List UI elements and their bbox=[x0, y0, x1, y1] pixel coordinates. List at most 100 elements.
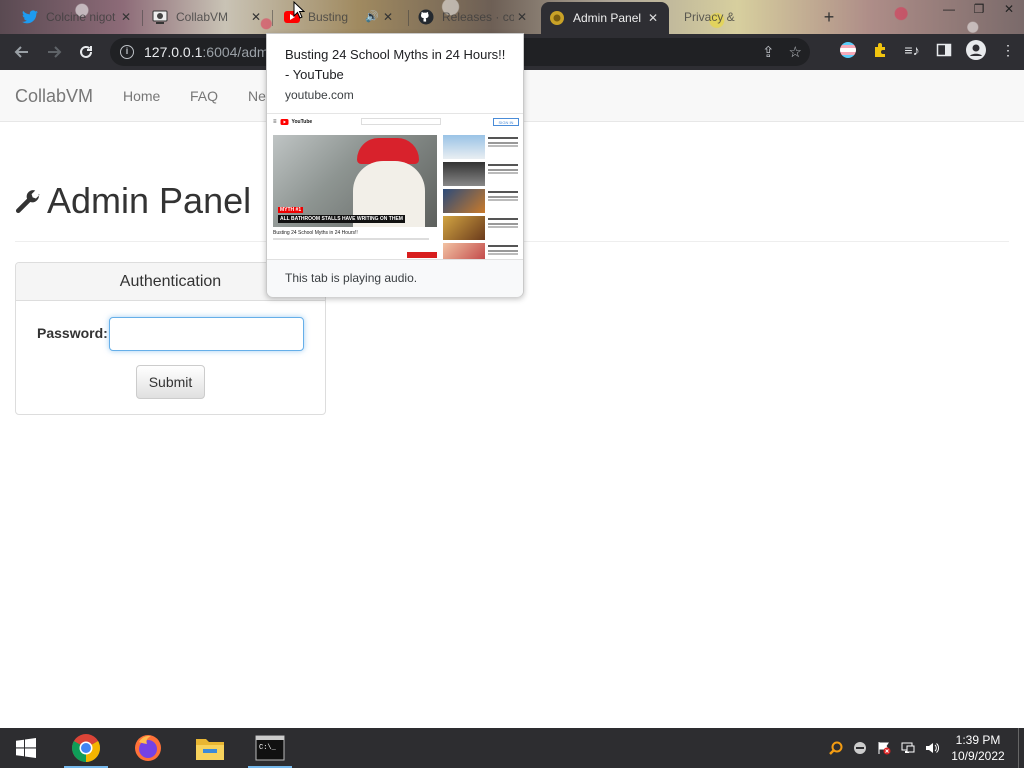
chrome-icon bbox=[72, 734, 100, 762]
tab-close-icon[interactable]: ✕ bbox=[380, 9, 396, 25]
preview-search-box bbox=[361, 118, 441, 125]
share-icon[interactable]: ⇪ bbox=[762, 43, 775, 61]
tab-close-icon[interactable]: ✕ bbox=[118, 9, 134, 25]
preview-sidebar-text-2 bbox=[488, 164, 518, 166]
github-icon bbox=[418, 9, 434, 25]
show-desktop-button[interactable] bbox=[1018, 728, 1024, 768]
site-brand[interactable]: CollabVM bbox=[15, 86, 93, 107]
side-panel-icon[interactable] bbox=[934, 40, 954, 60]
reload-icon bbox=[80, 45, 92, 58]
preview-myth-badge: MYTH #1 bbox=[278, 207, 304, 213]
windows-taskbar: C:\_ 1:39 PM 10/9/2022 bbox=[0, 728, 1024, 768]
tab-github[interactable]: Releases · co ✕ bbox=[410, 4, 538, 30]
profile-avatar-icon[interactable] bbox=[966, 40, 986, 60]
do-not-disturb-icon[interactable] bbox=[848, 728, 872, 768]
tab-separator bbox=[408, 10, 409, 26]
tab-close-icon[interactable]: ✕ bbox=[645, 10, 661, 26]
tab-close-icon[interactable]: ✕ bbox=[514, 9, 530, 25]
preview-subscribe-button bbox=[407, 252, 437, 258]
tab-admin-panel[interactable]: Admin Panel ✕ bbox=[541, 2, 669, 34]
taskbar-chrome[interactable] bbox=[60, 728, 112, 768]
tab-label: Colcine nigot bbox=[46, 10, 116, 24]
start-button[interactable] bbox=[0, 728, 52, 768]
action-center-flag-icon[interactable] bbox=[872, 728, 896, 768]
preview-youtube-icon bbox=[280, 119, 289, 125]
preview-thumb-5 bbox=[443, 243, 485, 259]
submit-button[interactable]: Submit bbox=[136, 365, 205, 399]
svg-text:C:\_: C:\_ bbox=[259, 744, 277, 752]
page-title: Admin Panel bbox=[47, 180, 252, 221]
system-tray: 1:39 PM 10/9/2022 bbox=[824, 728, 1024, 768]
preview-sidebar-text-5 bbox=[488, 245, 518, 247]
back-arrow-icon bbox=[14, 46, 28, 58]
taskbar-file-explorer[interactable] bbox=[184, 728, 236, 768]
hover-card-title: Busting 24 School Myths in 24 Hours!! - … bbox=[285, 47, 506, 82]
clock-date: 10/9/2022 bbox=[951, 749, 1005, 763]
close-window-button[interactable]: ✕ bbox=[994, 0, 1024, 20]
tab-label: Privacy & bbox=[684, 10, 735, 24]
preview-video-title: Busting 24 School Myths in 24 Hours!! bbox=[273, 230, 358, 236]
tab-label: CollabVM bbox=[176, 10, 229, 24]
tab-separator bbox=[142, 10, 143, 26]
chrome-menu-icon[interactable]: ⋮ bbox=[998, 40, 1018, 60]
preview-sidebar-text-1 bbox=[488, 137, 518, 139]
wrench-icon bbox=[15, 190, 40, 214]
preview-yt-logo: ≡ YouTube bbox=[273, 119, 312, 125]
command-prompt-icon: C:\_ bbox=[255, 735, 285, 761]
search-magnifier-icon[interactable] bbox=[824, 728, 848, 768]
file-explorer-icon bbox=[196, 739, 224, 760]
password-input[interactable] bbox=[109, 317, 304, 351]
windows-logo-icon bbox=[16, 738, 36, 758]
preview-video-caption: ALL BATHROOM STALLS HAVE WRITING ON THEM bbox=[278, 215, 405, 223]
tab-twitter[interactable]: Colcine nigot ✕ bbox=[14, 4, 142, 30]
url-path: :6004/admi bbox=[202, 44, 272, 60]
network-icon[interactable] bbox=[896, 728, 920, 768]
reload-button[interactable] bbox=[70, 38, 102, 66]
preview-sidebar-text-4 bbox=[488, 218, 518, 220]
collabvm-gold-icon bbox=[549, 10, 565, 26]
new-tab-button[interactable]: + bbox=[818, 6, 840, 28]
audio-status-text: This tab is playing audio. bbox=[285, 271, 418, 285]
volume-speaker-icon[interactable] bbox=[920, 728, 944, 768]
bookmark-star-icon[interactable]: ☆ bbox=[789, 43, 802, 61]
tab-label: Busting bbox=[308, 10, 349, 24]
taskbar-firefox[interactable] bbox=[122, 728, 174, 768]
hover-card-domain: youtube.com bbox=[285, 88, 354, 102]
nav-faq[interactable]: FAQ bbox=[190, 88, 218, 104]
url-host: 127.0.0.1 bbox=[144, 44, 203, 60]
preview-yt-label: YouTube bbox=[291, 119, 313, 125]
preview-signin: SIGN IN bbox=[493, 118, 519, 126]
toolbar-extensions: ≡♪ ⋮ bbox=[838, 40, 1018, 60]
site-info-icon[interactable]: i bbox=[120, 45, 134, 59]
forward-arrow-icon bbox=[48, 46, 62, 58]
minimize-button[interactable]: — bbox=[934, 0, 964, 20]
preview-thumb-4 bbox=[443, 216, 485, 240]
media-control-icon[interactable]: ≡♪ bbox=[902, 40, 922, 60]
tab-strip: Colcine nigot ✕ CollabVM ✕ Busting 🔊 ✕ R… bbox=[0, 0, 1024, 34]
preview-meta-line bbox=[273, 238, 429, 240]
tab-privacy[interactable]: Privacy & bbox=[676, 4, 804, 30]
firefox-icon bbox=[135, 735, 161, 761]
window-controls: — ❐ ✕ bbox=[934, 0, 1024, 20]
preview-thumb-2 bbox=[443, 162, 485, 186]
forward-button[interactable] bbox=[38, 38, 70, 66]
tab-collabvm[interactable]: CollabVM ✕ bbox=[144, 4, 272, 30]
trans-flag-extension-icon[interactable] bbox=[838, 40, 858, 60]
preview-main-video: MYTH #1 ALL BATHROOM STALLS HAVE WRITING… bbox=[273, 135, 437, 227]
collabvm-icon bbox=[152, 9, 168, 25]
tab-preview-thumbnail: ≡ YouTube SIGN IN MYTH #1 ALL BATHROOM S… bbox=[267, 113, 523, 259]
extensions-puzzle-icon[interactable] bbox=[870, 40, 890, 60]
back-button[interactable] bbox=[6, 38, 38, 66]
taskbar-command-prompt[interactable]: C:\_ bbox=[244, 728, 296, 768]
taskbar-clock[interactable]: 1:39 PM 10/9/2022 bbox=[944, 732, 1012, 764]
nav-home[interactable]: Home bbox=[123, 88, 160, 104]
tab-label: Admin Panel bbox=[573, 11, 642, 25]
audio-playing-icon[interactable]: 🔊 bbox=[364, 9, 380, 25]
tab-hover-card: Busting 24 School Myths in 24 Hours!! - … bbox=[266, 33, 524, 297]
tab-close-icon[interactable]: ✕ bbox=[248, 9, 264, 25]
maximize-button[interactable]: ❐ bbox=[964, 0, 994, 20]
preview-thumb-3 bbox=[443, 189, 485, 213]
tab-label: Releases · co bbox=[442, 10, 514, 24]
nav-news[interactable]: Ne bbox=[248, 88, 266, 104]
mouse-cursor-icon bbox=[293, 1, 305, 19]
